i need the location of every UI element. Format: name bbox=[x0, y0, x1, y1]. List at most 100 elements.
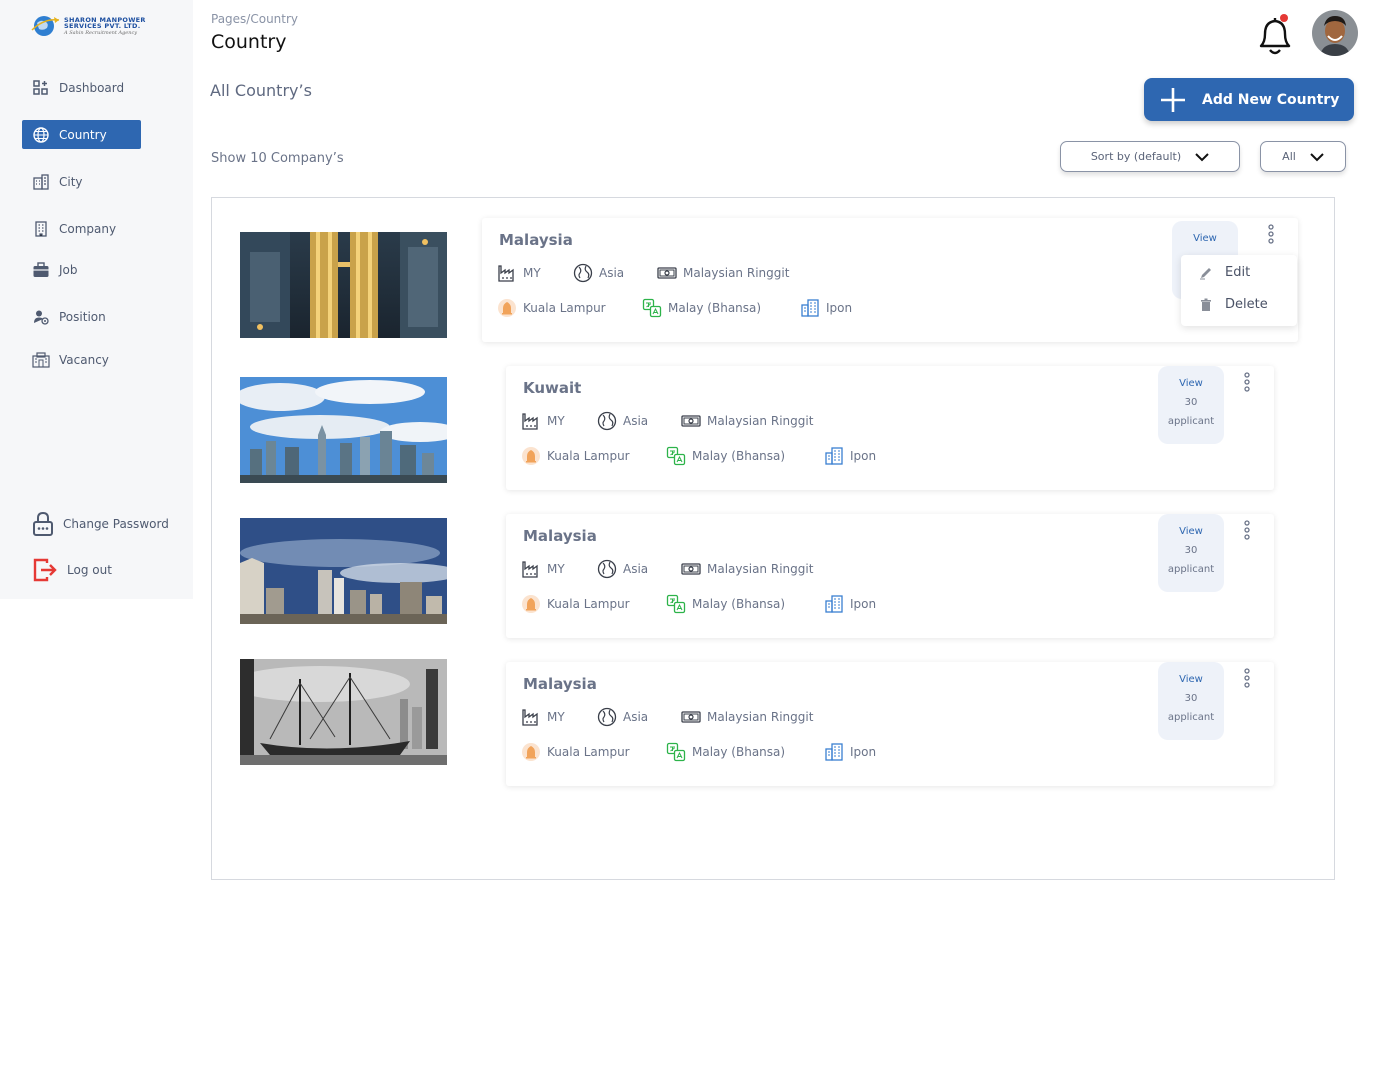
country-city: Ipon bbox=[824, 446, 876, 466]
delete-menu-item[interactable]: Delete bbox=[1199, 297, 1268, 312]
change-password-label: Change Password bbox=[63, 517, 169, 531]
sidebar-item-position[interactable]: Position bbox=[22, 302, 192, 331]
notification-bell-icon[interactable] bbox=[1253, 10, 1297, 58]
country-image[interactable] bbox=[240, 518, 447, 624]
language-icon bbox=[666, 594, 686, 614]
country-city-value: Ipon bbox=[850, 597, 877, 611]
country-capital: Kuala Lampur bbox=[521, 594, 630, 614]
applicant-label: applicant bbox=[1167, 416, 1215, 427]
sort-select[interactable]: Sort by (default) bbox=[1060, 141, 1240, 172]
briefcase-icon bbox=[32, 261, 50, 279]
country-card[interactable]: Malaysia MY Asia Malaysian Ringgit Kuala Lam… bbox=[506, 662, 1274, 786]
page-title: Country bbox=[211, 31, 287, 53]
city-icon bbox=[824, 742, 844, 762]
country-image[interactable] bbox=[240, 232, 447, 338]
language-icon bbox=[642, 298, 662, 318]
sidebar-item-city[interactable]: City bbox=[22, 167, 192, 196]
country-card[interactable]: Kuwait MY Asia Malaysian Ringgit Kuala Lampu… bbox=[506, 366, 1274, 490]
sidebar-item-label: Dashboard bbox=[59, 80, 125, 95]
add-new-country-label: Add New Country bbox=[1202, 91, 1340, 108]
country-currency-value: Malaysian Ringgit bbox=[707, 414, 814, 428]
country-capital-value: Kuala Lampur bbox=[547, 597, 630, 611]
sidebar-item-company[interactable]: Company bbox=[22, 214, 192, 243]
globe-icon bbox=[32, 126, 50, 144]
view-link[interactable]: View bbox=[1193, 233, 1217, 244]
view-applicants-box[interactable]: View 30 applicant bbox=[1158, 366, 1224, 444]
country-language: Malay (Bhansa) bbox=[666, 742, 785, 762]
applicant-count: 30 bbox=[1184, 545, 1198, 556]
view-link[interactable]: View bbox=[1179, 674, 1203, 685]
country-currency-value: Malaysian Ringgit bbox=[707, 710, 814, 724]
continent-globe-icon bbox=[597, 707, 617, 727]
country-image[interactable] bbox=[240, 377, 447, 483]
sidebar-item-job[interactable]: Job bbox=[22, 255, 192, 284]
sidebar-item-dashboard[interactable]: Dashboard bbox=[22, 73, 192, 102]
country-card[interactable]: Malaysia MY Asia Malaysian Ringgit Kuala Lam… bbox=[506, 514, 1274, 638]
country-currency: Malaysian Ringgit bbox=[681, 411, 813, 431]
view-applicants-box[interactable]: View 30 applicant bbox=[1158, 514, 1224, 592]
sidebar-item-vacancy[interactable]: Vacancy bbox=[22, 345, 192, 374]
country-code-value: MY bbox=[523, 266, 541, 280]
more-options-icon[interactable] bbox=[1243, 520, 1251, 540]
edit-menu-item[interactable]: Edit bbox=[1199, 265, 1250, 280]
country-card[interactable]: Malaysia MY Asia Malaysian Ringgit Kuala Lam… bbox=[482, 218, 1298, 342]
country-code-icon bbox=[497, 263, 517, 283]
city-icon bbox=[800, 298, 820, 318]
view-applicants-box[interactable]: View 30 applicant bbox=[1158, 662, 1224, 740]
change-password-link[interactable]: Change Password bbox=[22, 510, 192, 538]
capital-icon bbox=[521, 446, 541, 466]
pencil-icon bbox=[1200, 267, 1211, 279]
country-currency-value: Malaysian Ringgit bbox=[707, 562, 814, 576]
language-icon bbox=[666, 446, 686, 466]
logout-link[interactable]: Log out bbox=[22, 556, 192, 584]
company-logo[interactable]: SHARON MANPOWER SERVICES PVT. LTD. A Sah… bbox=[30, 10, 160, 42]
card-actions-menu: Edit Delete bbox=[1181, 255, 1297, 326]
country-city: Ipon bbox=[800, 298, 852, 318]
country-name: Malaysia bbox=[499, 231, 573, 249]
view-link[interactable]: View bbox=[1179, 526, 1203, 537]
country-name: Kuwait bbox=[523, 379, 582, 397]
country-code: MY bbox=[521, 707, 565, 727]
add-new-country-button[interactable]: Add New Country bbox=[1144, 78, 1354, 121]
user-avatar[interactable] bbox=[1312, 10, 1358, 56]
country-language: Malay (Bhansa) bbox=[642, 298, 761, 318]
country-city-value: Ipon bbox=[850, 745, 877, 759]
brand-line2: SERVICES PVT. LTD. bbox=[64, 22, 141, 30]
city-icon bbox=[824, 594, 844, 614]
country-language: Malay (Bhansa) bbox=[666, 446, 785, 466]
country-city: Ipon bbox=[824, 742, 876, 762]
country-capital-value: Kuala Lampur bbox=[523, 301, 606, 315]
logout-label: Log out bbox=[67, 563, 112, 577]
position-icon bbox=[32, 308, 50, 326]
continent-globe-icon bbox=[597, 411, 617, 431]
country-capital: Kuala Lampur bbox=[521, 742, 630, 762]
country-continent-value: Asia bbox=[623, 562, 649, 576]
country-capital: Kuala Lampur bbox=[521, 446, 630, 466]
country-city: Ipon bbox=[824, 594, 876, 614]
trash-icon bbox=[1201, 298, 1211, 311]
country-language-value: Malay (Bhansa) bbox=[692, 745, 786, 759]
country-currency-value: Malaysian Ringgit bbox=[683, 266, 790, 280]
country-capital-value: Kuala Lampur bbox=[547, 745, 630, 759]
country-code: MY bbox=[521, 559, 565, 579]
country-code-icon bbox=[521, 707, 541, 727]
sort-select-value: Sort by (default) bbox=[1090, 150, 1182, 163]
section-title: All Country’s bbox=[210, 81, 312, 100]
more-options-icon[interactable] bbox=[1243, 372, 1251, 392]
more-options-icon[interactable] bbox=[1267, 224, 1275, 244]
plus-icon bbox=[1161, 87, 1185, 112]
sidebar-item-label: Position bbox=[59, 309, 106, 324]
country-language-value: Malay (Bhansa) bbox=[692, 597, 786, 611]
filter-select[interactable]: All bbox=[1260, 141, 1346, 172]
country-language: Malay (Bhansa) bbox=[666, 594, 785, 614]
applicant-label: applicant bbox=[1167, 564, 1215, 575]
chevron-down-icon bbox=[1310, 152, 1324, 161]
country-language-value: Malay (Bhansa) bbox=[692, 449, 786, 463]
view-link[interactable]: View bbox=[1179, 378, 1203, 389]
country-continent: Asia bbox=[597, 707, 648, 727]
country-name: Malaysia bbox=[523, 527, 597, 545]
country-code: MY bbox=[497, 263, 541, 283]
more-options-icon[interactable] bbox=[1243, 668, 1251, 688]
country-image[interactable] bbox=[240, 659, 447, 765]
sidebar-item-country[interactable]: Country bbox=[22, 120, 141, 149]
